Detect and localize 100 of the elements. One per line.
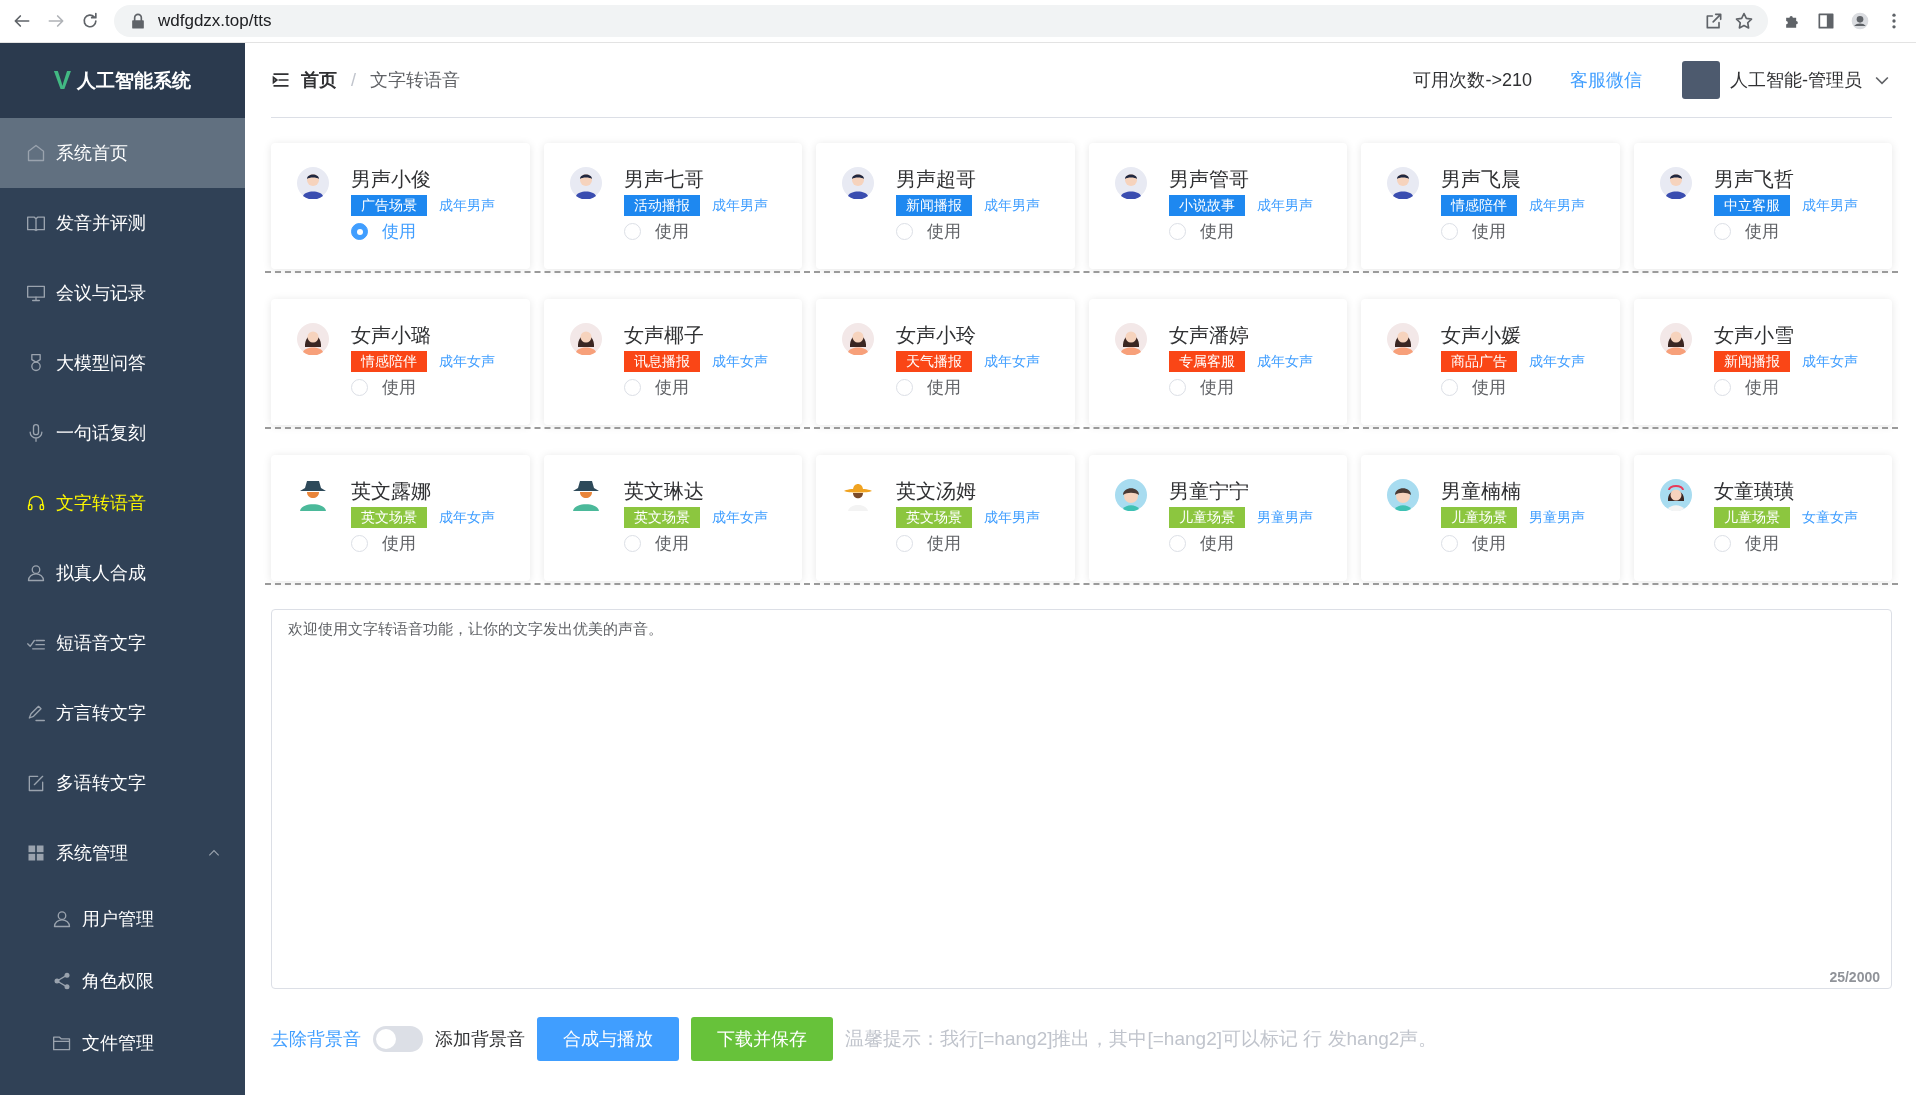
- use-radio[interactable]: 使用: [351, 532, 495, 555]
- user-name[interactable]: 人工智能-管理员: [1730, 68, 1862, 92]
- menu-item[interactable]: 方言转文字: [0, 678, 245, 748]
- voice-name: 女声小媛: [1441, 323, 1522, 347]
- profile-icon[interactable]: [1850, 11, 1870, 31]
- use-radio[interactable]: 使用: [1441, 376, 1585, 399]
- menu-item[interactable]: 文字转语音: [0, 468, 245, 538]
- menu-item[interactable]: 短语音文字: [0, 608, 245, 678]
- voice-category: 成年男声: [984, 508, 1040, 527]
- voice-name: 男声小俊: [351, 167, 432, 191]
- scene-tag: 商品广告: [1441, 351, 1517, 372]
- scene-tag: 专属客服: [1168, 351, 1245, 372]
- man-avatar-icon: [297, 167, 329, 199]
- voice-category: 成年女声: [439, 352, 495, 371]
- voice-category: 成年男声: [984, 196, 1040, 215]
- breadcrumb-item: 文字转语音: [370, 69, 460, 92]
- star-icon[interactable]: [1734, 11, 1754, 31]
- pen-icon: [26, 703, 46, 723]
- share-icon: [52, 971, 72, 991]
- use-radio[interactable]: 使用: [623, 532, 768, 555]
- scene-tag: 情感陪伴: [351, 351, 427, 372]
- logo-mark: V: [53, 65, 72, 96]
- scene-tag: 讯息播报: [623, 351, 700, 372]
- voice-name: 英文露娜: [351, 479, 432, 503]
- menu-item[interactable]: 拟真人合成: [0, 538, 245, 608]
- menu-item[interactable]: 多语转文字: [0, 748, 245, 818]
- use-radio[interactable]: 使用: [896, 376, 1040, 399]
- voice-name: 男声飞哲: [1713, 167, 1795, 191]
- scene-tag: 英文场景: [351, 507, 427, 528]
- man-avatar-icon: [569, 167, 602, 199]
- scene-tag: 英文场景: [896, 507, 972, 528]
- share-icon[interactable]: [1704, 11, 1724, 31]
- scene-tag: 儿童场景: [1713, 507, 1790, 528]
- menu-item[interactable]: 角色权限: [0, 950, 245, 1012]
- scene-tag: 英文场景: [623, 507, 700, 528]
- url-text: wdfgdzx.top/tts: [158, 11, 272, 31]
- breadcrumb-separator: /: [351, 69, 356, 91]
- grid-icon: [26, 843, 46, 863]
- use-radio[interactable]: 使用: [1713, 376, 1858, 399]
- scene-tag: 活动播报: [623, 195, 700, 216]
- voice-category: 成年女声: [711, 508, 768, 527]
- monitor-icon: [26, 283, 46, 303]
- scene-tag: 中立客服: [1713, 195, 1790, 216]
- use-radio[interactable]: 使用: [1441, 220, 1585, 243]
- voice-name: 男声超哥: [896, 167, 977, 191]
- menu-item[interactable]: 文件管理: [0, 1012, 245, 1074]
- hat-avatar-icon: [297, 479, 329, 511]
- use-radio[interactable]: 使用: [351, 376, 495, 399]
- voice-name: 女声小璐: [351, 323, 432, 347]
- reload-icon[interactable]: [80, 11, 100, 31]
- woman-avatar-icon: [569, 323, 602, 355]
- switch-label: 添加背景音: [435, 1028, 525, 1051]
- voice-category: 成年女声: [1801, 352, 1858, 371]
- menu-item[interactable]: 大模型问答: [0, 328, 245, 398]
- use-radio[interactable]: 使用: [896, 532, 1040, 555]
- toggle-switch[interactable]: [373, 1026, 423, 1052]
- menu-item[interactable]: 会议与记录: [0, 258, 245, 328]
- voice-name: 男声七哥: [623, 167, 705, 191]
- use-radio[interactable]: 使用: [1168, 376, 1313, 399]
- woman-avatar-icon: [1659, 323, 1692, 355]
- voice-category: 成年女声: [984, 352, 1040, 371]
- voice-name: 男童楠楠: [1441, 479, 1522, 503]
- use-radio[interactable]: 使用: [1713, 220, 1858, 243]
- app-title: 人工智能系统: [77, 68, 192, 93]
- use-radio[interactable]: 使用: [1713, 532, 1858, 555]
- menu-toggle-icon[interactable]: [271, 70, 291, 90]
- use-radio[interactable]: 使用: [623, 220, 768, 243]
- side-panel-icon[interactable]: [1816, 11, 1836, 31]
- hint-text: 温馨提示：我行[=hang2]推出，其中[=hang2]可以标记 行 发hang2声。: [845, 1027, 1438, 1051]
- scene-tag: 天气播报: [896, 351, 972, 372]
- voice-category: 男童男声: [1529, 508, 1585, 527]
- voice-name: 男声飞晨: [1441, 167, 1522, 191]
- quota-text: 可用次数->210: [1413, 69, 1532, 92]
- voice-category: 男童男声: [1256, 508, 1313, 527]
- voice-category: 成年女声: [1256, 352, 1313, 371]
- menu-item[interactable]: 系统管理: [0, 818, 245, 888]
- man-avatar-icon: [1114, 167, 1147, 199]
- scene-tag: 儿童场景: [1168, 507, 1245, 528]
- voice-name: 女声小玲: [896, 323, 977, 347]
- voice-category: 女童女声: [1801, 508, 1858, 527]
- voice-category: 成年男声: [1801, 196, 1858, 215]
- menu-item[interactable]: 发音并评测: [0, 188, 245, 258]
- use-radio[interactable]: 使用: [896, 220, 1040, 243]
- breadcrumb-item[interactable]: 首页: [301, 68, 337, 92]
- menu-item[interactable]: 系统首页: [0, 118, 245, 188]
- man-avatar-icon: [1659, 167, 1692, 199]
- voice-category: 成年男声: [1529, 196, 1585, 215]
- use-radio[interactable]: 使用: [1441, 532, 1585, 555]
- scene-tag: 小说故事: [1168, 195, 1245, 216]
- headset-icon: [26, 493, 46, 513]
- address-bar[interactable]: wdfgdzx.top/tts: [114, 5, 1768, 37]
- use-radio[interactable]: 使用: [1168, 220, 1313, 243]
- menu-item[interactable]: 一句话复刻: [0, 398, 245, 468]
- home-icon: [26, 143, 46, 163]
- use-radio[interactable]: 使用: [1168, 532, 1313, 555]
- boy-avatar-icon: [1114, 479, 1147, 511]
- user-icon: [52, 909, 72, 929]
- use-radio[interactable]: 使用: [623, 376, 768, 399]
- boy-avatar-icon: [1387, 479, 1419, 511]
- menu-item[interactable]: 用户管理: [0, 888, 245, 950]
